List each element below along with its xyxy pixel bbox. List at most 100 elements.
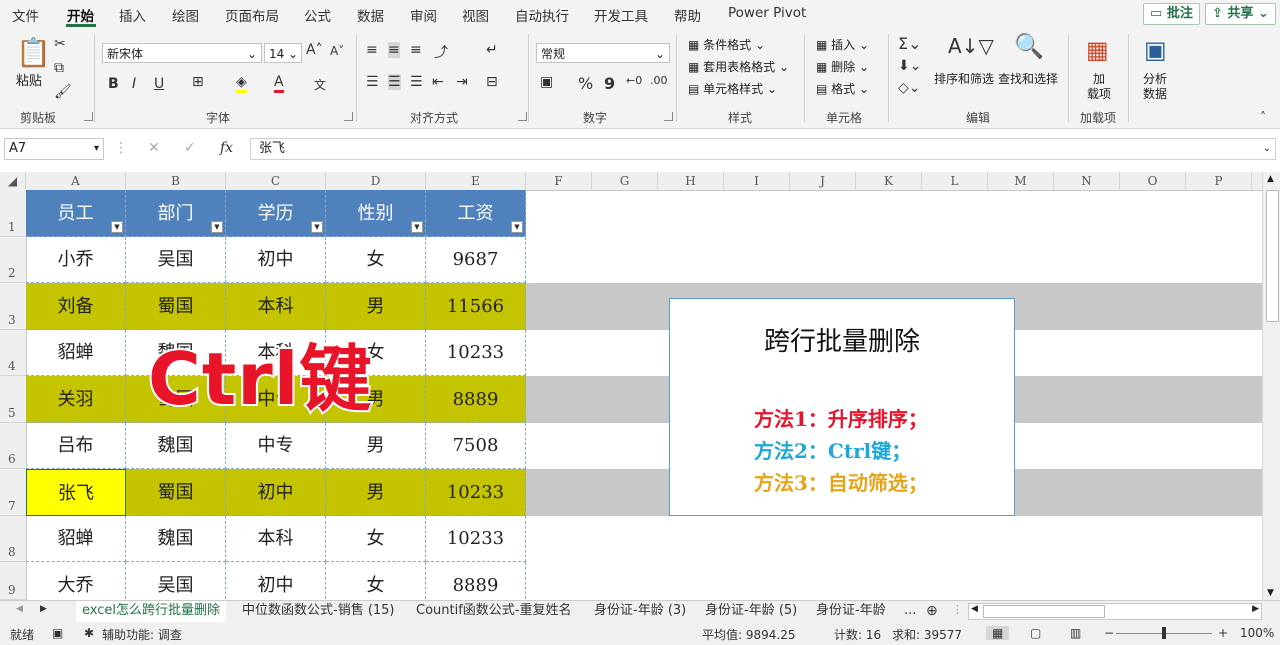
formula-input[interactable]: 张飞 ⌄ (250, 138, 1276, 160)
decrease-decimal-icon[interactable]: .00 (650, 74, 668, 87)
bold-button[interactable]: B (108, 76, 119, 92)
table-cell-salary[interactable]: 11566 (426, 283, 526, 330)
scroll-down-icon[interactable]: ▼ (1267, 588, 1274, 598)
table-cell-salary[interactable]: 9687 (426, 237, 526, 283)
number-launcher-icon[interactable] (664, 112, 673, 121)
table-cell-employee[interactable]: 貂蝉 (26, 516, 126, 562)
column-header-j[interactable]: J (790, 172, 856, 190)
accessibility-status[interactable]: 辅助功能: 调查 (102, 626, 182, 643)
add-ins-label-2[interactable]: 载项 (1087, 85, 1111, 102)
table-cell-department[interactable]: 吴国 (126, 562, 226, 600)
align-center-icon[interactable]: ☰ (388, 74, 401, 90)
column-header-p[interactable]: P (1186, 172, 1252, 190)
table-cell-education[interactable]: 初中 (226, 237, 326, 283)
align-bottom-icon[interactable]: ≡ (410, 42, 422, 58)
merge-center-icon[interactable]: ⊟ (486, 74, 498, 90)
scroll-right-icon[interactable]: ▶ (1252, 604, 1259, 614)
table-cell-salary[interactable]: 10233 (426, 469, 526, 516)
menu-power-pivot[interactable]: Power Pivot (728, 5, 806, 21)
column-header-c[interactable]: C (226, 172, 326, 190)
table-header-education[interactable]: 学历 ▼ (226, 190, 326, 237)
font-launcher-icon[interactable] (344, 112, 353, 121)
table-cell-gender[interactable]: 女 (326, 562, 426, 600)
table-cell-gender[interactable]: 男 (326, 469, 426, 516)
column-header-m[interactable]: M (988, 172, 1054, 190)
number-format-select[interactable]: 常规 ⌄ (536, 43, 670, 63)
page-break-view-icon[interactable]: ▥ (1070, 626, 1081, 640)
filter-dropdown-icon[interactable]: ▼ (411, 221, 423, 233)
table-cell-gender[interactable]: 男 (326, 423, 426, 469)
analyze-data-label-2[interactable]: 数据 (1143, 85, 1167, 102)
table-cell-salary[interactable]: 8889 (426, 562, 526, 600)
menu-help[interactable]: 帮助 (674, 5, 701, 25)
cell-styles-button[interactable]: ▤ 单元格样式 ⌄ (688, 80, 777, 97)
grow-font-icon[interactable]: A˄ (306, 42, 323, 58)
row-header-1[interactable]: 1 (0, 190, 26, 237)
column-header-e[interactable]: E (426, 172, 526, 190)
sort-filter-icon[interactable]: A↓▽ (948, 34, 994, 58)
phonetic-icon[interactable]: 文 (314, 76, 326, 93)
align-right-icon[interactable]: ☰ (410, 74, 423, 90)
table-cell-employee[interactable]: 关羽 (26, 376, 126, 423)
insert-function-icon[interactable]: fx (220, 140, 233, 156)
table-cell-education[interactable]: 本科 (226, 516, 326, 562)
select-all-corner[interactable]: ◢ (0, 172, 26, 190)
menu-formulas[interactable]: 公式 (304, 5, 331, 25)
table-cell-education[interactable]: 中专 (226, 423, 326, 469)
column-header-i[interactable]: I (724, 172, 790, 190)
font-color-icon[interactable]: A (274, 74, 284, 93)
scroll-up-icon[interactable]: ▲ (1267, 174, 1274, 184)
table-header-salary[interactable]: 工资 ▼ (426, 190, 526, 237)
paste-label[interactable]: 粘贴 (16, 70, 42, 89)
row-header-2[interactable]: 2 (0, 237, 26, 283)
table-header-gender[interactable]: 性别 ▼ (326, 190, 426, 237)
menu-developer[interactable]: 开发工具 (594, 5, 648, 25)
clear-icon[interactable]: ◇⌄ (898, 80, 921, 96)
enter-icon[interactable]: ✓ (184, 140, 196, 156)
format-as-table-button[interactable]: ▦ 套用表格格式 ⌄ (688, 58, 789, 75)
italic-button[interactable]: I (132, 76, 136, 92)
row-header-6[interactable]: 6 (0, 423, 26, 469)
table-cell-salary[interactable]: 8889 (426, 376, 526, 423)
zoom-out-icon[interactable]: − (1104, 626, 1114, 640)
zoom-in-icon[interactable]: + (1218, 626, 1228, 640)
column-header-o[interactable]: O (1120, 172, 1186, 190)
menu-page-layout[interactable]: 页面布局 (225, 5, 279, 25)
table-cell-department[interactable]: 魏国 (126, 423, 226, 469)
paste-icon[interactable]: 📋 (16, 36, 51, 69)
table-header-department[interactable]: 部门 ▼ (126, 190, 226, 237)
fill-icon[interactable]: ⬇⌄ (898, 58, 921, 74)
fill-color-icon[interactable]: ◈ (236, 74, 247, 93)
menu-view[interactable]: 视图 (462, 5, 489, 25)
table-cell-education[interactable]: 初中 (226, 562, 326, 600)
filter-dropdown-icon[interactable]: ▼ (311, 221, 323, 233)
page-layout-view-icon[interactable]: ▢ (1030, 626, 1041, 640)
cut-icon[interactable]: ✂ (54, 36, 66, 52)
menu-data[interactable]: 数据 (357, 5, 384, 25)
orientation-icon[interactable]: ⤴ (434, 42, 448, 62)
shrink-font-icon[interactable]: A˅ (330, 44, 344, 58)
menu-automate[interactable]: 自动执行 (515, 5, 569, 25)
share-button[interactable]: ⇪ 共享 ⌄ (1205, 3, 1276, 25)
table-cell-employee[interactable]: 刘备 (26, 283, 126, 330)
percent-button[interactable]: % (578, 74, 593, 93)
table-cell-employee[interactable]: 吕布 (26, 423, 126, 469)
row-header-9[interactable]: 9 (0, 562, 26, 600)
normal-view-icon[interactable]: ▦ (986, 626, 1010, 640)
sheet-tab[interactable]: 身份证-年龄 (5) (699, 601, 803, 622)
border-icon[interactable]: ⊞ (192, 74, 204, 90)
underline-button[interactable]: U (154, 76, 164, 92)
wrap-text-icon[interactable]: ↵ (486, 42, 498, 58)
column-header-f[interactable]: F (526, 172, 592, 190)
font-name-select[interactable]: 新宋体 ⌄ (102, 43, 262, 63)
zoom-slider-thumb[interactable] (1162, 627, 1166, 639)
increase-indent-icon[interactable]: ⇥ (456, 74, 468, 90)
row-header-7[interactable]: 7 (0, 469, 26, 516)
table-cell-department[interactable]: 吴国 (126, 237, 226, 283)
insert-cells-button[interactable]: ▦ 插入 ⌄ (816, 36, 869, 53)
filter-dropdown-icon[interactable]: ▼ (111, 221, 123, 233)
table-cell-employee[interactable]: 貂蝉 (26, 330, 126, 376)
format-cells-button[interactable]: ▤ 格式 ⌄ (816, 80, 869, 97)
next-sheet-icon[interactable]: ▶ (40, 604, 47, 614)
column-header-b[interactable]: B (126, 172, 226, 190)
